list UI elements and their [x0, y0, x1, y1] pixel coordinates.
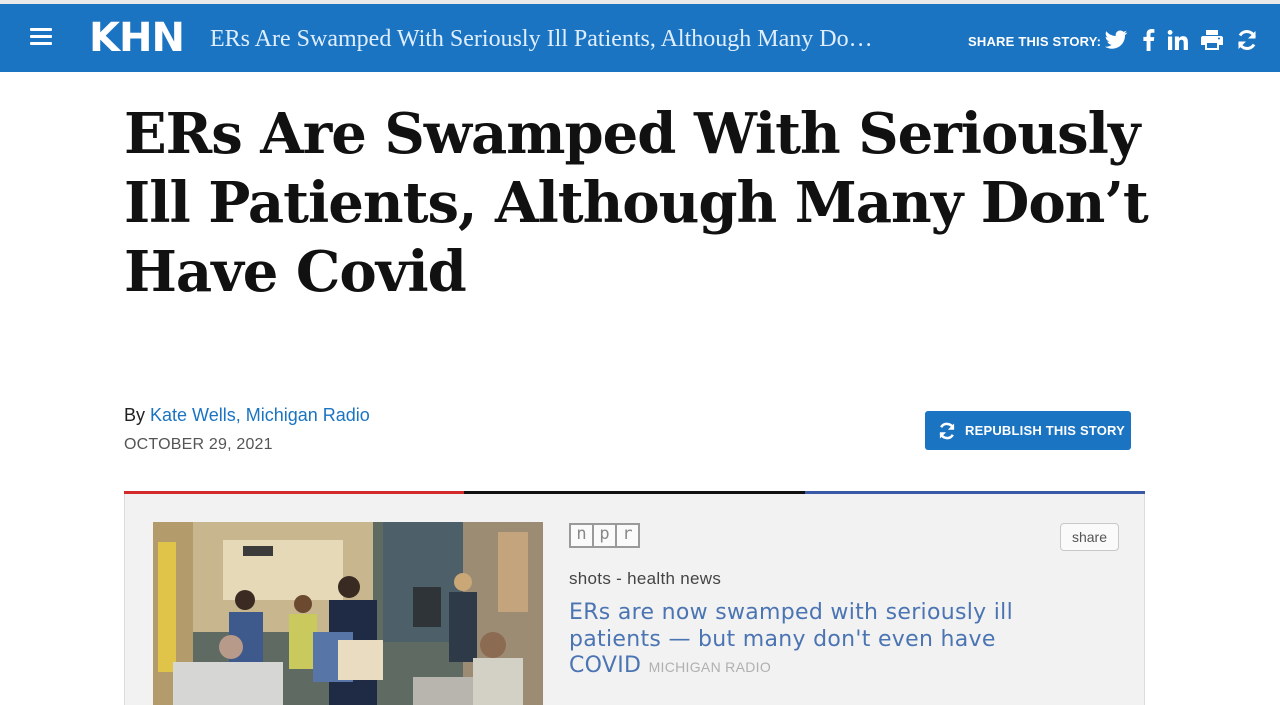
twitter-icon[interactable] [1104, 28, 1128, 52]
embed-share-button[interactable]: share [1060, 523, 1119, 551]
republish-label: REPUBLISH THIS STORY [965, 423, 1126, 438]
republish-button-icon [939, 422, 955, 439]
site-header: KHN ERs Are Swamped With Seriously Ill P… [0, 4, 1280, 72]
linkedin-icon[interactable] [1166, 28, 1190, 52]
author-link[interactable]: Kate Wells, Michigan Radio [150, 405, 370, 425]
print-icon[interactable] [1200, 28, 1224, 52]
republish-icon[interactable] [1235, 28, 1259, 52]
facebook-icon[interactable] [1137, 28, 1161, 52]
npr-letter-p: p [592, 523, 617, 548]
byline-prefix: By [124, 405, 146, 425]
npr-letter-n: n [569, 523, 594, 548]
npr-logo[interactable]: n p r [569, 523, 640, 548]
npr-letter-r: r [615, 523, 640, 548]
embed-story-title[interactable]: ERs are now swamped with seriously ill p… [569, 600, 1013, 678]
story-photo[interactable] [153, 522, 543, 705]
publish-date: OCTOBER 29, 2021 [124, 436, 273, 453]
header-story-title: ERs Are Swamped With Seriously Ill Patie… [210, 26, 873, 52]
byline: By Kate Wells, Michigan Radio [124, 405, 370, 426]
embed-story-link[interactable]: ERs are now swamped with seriously ill p… [569, 600, 1049, 681]
share-label: SHARE THIS STORY: [968, 34, 1102, 49]
npr-embed-card: n p r share shots - health news ERs are … [124, 494, 1145, 705]
section-label[interactable]: shots - health news [569, 569, 721, 589]
republish-button[interactable]: REPUBLISH THIS STORY [925, 411, 1131, 450]
embed-story-source: MICHIGAN RADIO [648, 659, 772, 675]
menu-icon[interactable] [30, 28, 52, 48]
khn-logo[interactable]: KHN [89, 17, 185, 59]
article-headline: ERs Are Swamped With Seriously Ill Patie… [124, 101, 1149, 305]
